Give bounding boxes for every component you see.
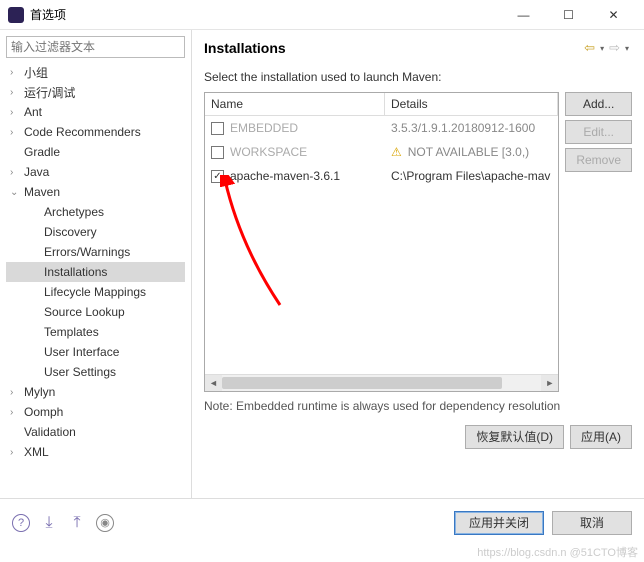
cancel-button[interactable]: 取消 <box>552 511 632 535</box>
filter-input[interactable] <box>6 36 185 58</box>
table-row[interactable]: EMBEDDED 3.5.3/1.9.1.20180912-1600 <box>205 116 558 140</box>
tree-item[interactable]: Archetypes <box>6 202 185 222</box>
table-row[interactable]: WORKSPACE ⚠NOT AVAILABLE [3.0,) <box>205 140 558 164</box>
titlebar: 首选项 — ☐ ✕ <box>0 0 644 30</box>
col-name[interactable]: Name <box>205 93 385 115</box>
tree-item[interactable]: ›Mylyn <box>6 382 185 402</box>
chevron-right-icon: › <box>10 407 24 418</box>
warning-icon: ⚠ <box>391 145 402 159</box>
horizontal-scrollbar[interactable]: ◄ ► <box>205 374 558 391</box>
scroll-right-icon[interactable]: ► <box>541 375 558 391</box>
back-icon[interactable]: ⇦ <box>582 40 597 56</box>
tree-item[interactable]: ›Code Recommenders <box>6 122 185 142</box>
panel-desc: Select the installation used to launch M… <box>204 70 632 84</box>
checkbox[interactable] <box>211 122 224 135</box>
tree-item-installations[interactable]: Installations <box>6 262 185 282</box>
tree-item[interactable]: ›Ant <box>6 102 185 122</box>
tree-item[interactable]: Discovery <box>6 222 185 242</box>
panel-heading: Installations <box>204 40 582 56</box>
forward-icon[interactable]: ⇨ <box>607 40 622 56</box>
maximize-button[interactable]: ☐ <box>546 0 591 30</box>
record-icon[interactable]: ◉ <box>96 514 114 532</box>
scroll-thumb[interactable] <box>222 377 502 389</box>
table-row[interactable]: ✓apache-maven-3.6.1 C:\Program Files\apa… <box>205 164 558 188</box>
dropdown-icon[interactable]: ▾ <box>622 44 632 53</box>
tree-item[interactable]: Validation <box>6 422 185 442</box>
dropdown-icon[interactable]: ▾ <box>597 44 607 53</box>
scroll-left-icon[interactable]: ◄ <box>205 375 222 391</box>
tree-item-maven[interactable]: ⌄Maven <box>6 182 185 202</box>
restore-defaults-button[interactable]: 恢复默认值(D) <box>465 425 564 449</box>
help-icon[interactable]: ? <box>12 514 30 532</box>
installations-table: Name Details EMBEDDED 3.5.3/1.9.1.201809… <box>204 92 559 392</box>
chevron-right-icon: › <box>10 127 24 138</box>
chevron-right-icon: › <box>10 387 24 398</box>
dialog-footer: ? ⤓ ⤒ ◉ 应用并关闭 取消 <box>0 498 644 546</box>
tree-item[interactable]: Source Lookup <box>6 302 185 322</box>
chevron-right-icon: › <box>10 107 24 118</box>
chevron-right-icon: › <box>10 67 24 78</box>
tree-item[interactable]: User Interface <box>6 342 185 362</box>
checkbox[interactable] <box>211 146 224 159</box>
chevron-right-icon: › <box>10 447 24 458</box>
col-details[interactable]: Details <box>385 93 558 115</box>
window-title: 首选项 <box>30 6 501 23</box>
add-button[interactable]: Add... <box>565 92 632 116</box>
tree-item[interactable]: ›小组 <box>6 62 185 82</box>
tree-item[interactable]: Gradle <box>6 142 185 162</box>
close-button[interactable]: ✕ <box>591 0 636 30</box>
tree-item[interactable]: ›运行/调试 <box>6 82 185 102</box>
tree: ›小组 ›运行/调试 ›Ant ›Code Recommenders Gradl… <box>6 58 185 492</box>
tree-item[interactable]: ›Oomph <box>6 402 185 422</box>
chevron-down-icon: ⌄ <box>10 187 24 198</box>
chevron-right-icon: › <box>10 87 24 98</box>
apply-button[interactable]: 应用(A) <box>570 425 632 449</box>
tree-item[interactable]: Templates <box>6 322 185 342</box>
export-icon[interactable]: ⤒ <box>68 514 86 532</box>
tree-item[interactable]: ›Java <box>6 162 185 182</box>
import-icon[interactable]: ⤓ <box>40 514 58 532</box>
edit-button[interactable]: Edit... <box>565 120 632 144</box>
checkbox-checked[interactable]: ✓ <box>211 170 224 183</box>
note-text: Note: Embedded runtime is always used fo… <box>204 398 632 415</box>
tree-item[interactable]: Errors/Warnings <box>6 242 185 262</box>
tree-item[interactable]: User Settings <box>6 362 185 382</box>
content-panel: Installations ⇦▾ ⇨▾ Select the installat… <box>192 30 644 498</box>
watermark: https://blog.csdn.n @51CTO博客 <box>477 544 638 560</box>
tree-item[interactable]: ›XML <box>6 442 185 462</box>
eclipse-icon <box>8 7 24 23</box>
tree-item[interactable]: Lifecycle Mappings <box>6 282 185 302</box>
sidebar: ›小组 ›运行/调试 ›Ant ›Code Recommenders Gradl… <box>0 30 192 498</box>
remove-button[interactable]: Remove <box>565 148 632 172</box>
chevron-right-icon: › <box>10 167 24 178</box>
minimize-button[interactable]: — <box>501 0 546 30</box>
apply-close-button[interactable]: 应用并关闭 <box>454 511 544 535</box>
